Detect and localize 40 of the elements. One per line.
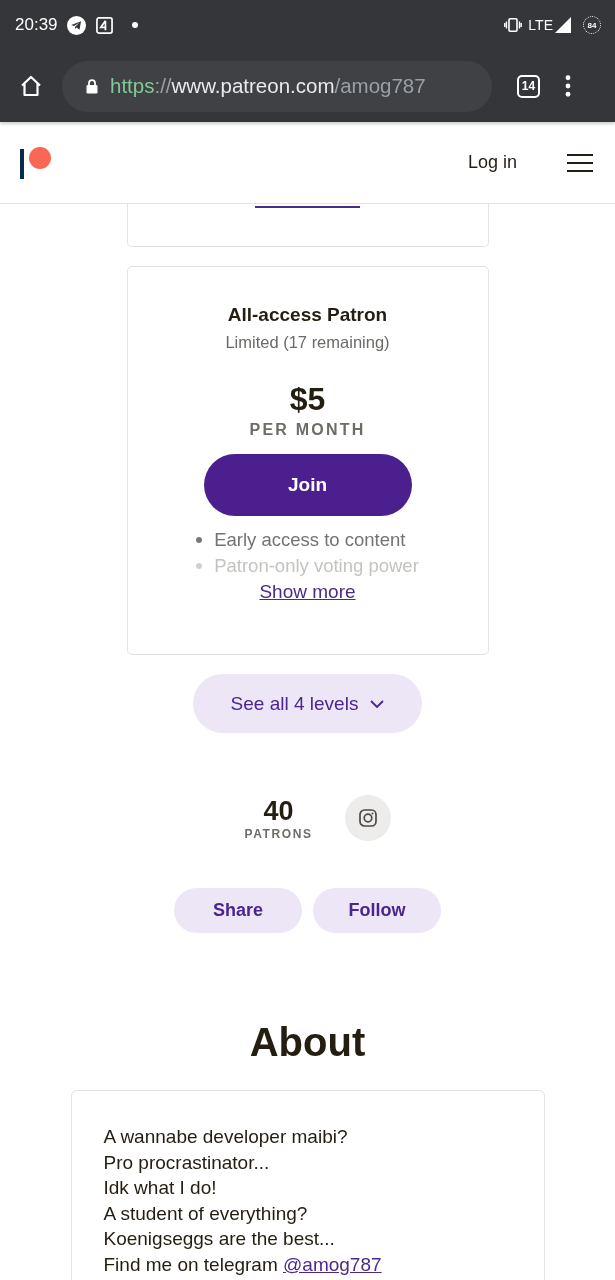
see-all-levels-button[interactable]: See all 4 levels (193, 674, 422, 733)
lock-icon (86, 78, 98, 94)
paper-plane-icon (66, 15, 86, 35)
address-bar[interactable]: https://www.patreon.com/amog787 (62, 60, 492, 112)
price-period: PER MONTH (249, 420, 366, 440)
telegram-link[interactable]: @amog787 (283, 1253, 382, 1275)
show-more-link[interactable]: Show more (259, 581, 356, 603)
patron-count: 40 (263, 795, 294, 826)
login-link[interactable]: Log in (467, 152, 517, 173)
about-text: Find me on telegram @amog787 (103, 1252, 383, 1277)
tier-title: All-access Patron (227, 303, 388, 327)
tab-switcher-button[interactable]: 14 (517, 74, 540, 98)
action-button[interactable]: Follow (313, 888, 441, 933)
about-text: A wannabe developer maibi? (103, 1125, 349, 1149)
about-text: Koenigseggs are the best... (103, 1227, 336, 1252)
about-text: Pro procrastinator... (103, 1150, 271, 1175)
benefit-text: Early access to content (214, 529, 406, 551)
dot-icon (131, 22, 138, 28)
section-heading: About (249, 1019, 366, 1066)
menu-icon[interactable] (567, 153, 593, 172)
notification-app-icon (95, 16, 113, 34)
benefit-text: Patron-only voting power (214, 555, 419, 577)
more-options-icon[interactable] (565, 75, 571, 97)
tier-price: $5 (289, 380, 326, 418)
network-type: LTE (528, 17, 553, 33)
logo-icon[interactable] (20, 146, 51, 179)
camera-icon (358, 809, 377, 827)
about-text: A student of everything? (103, 1201, 309, 1226)
social-link-button[interactable] (344, 795, 391, 841)
signal-icon (555, 17, 571, 33)
join-button[interactable]: Join (203, 454, 412, 516)
patron-count-label: PATRONS (244, 826, 313, 841)
action-button[interactable]: Share (174, 888, 302, 933)
vibrate-icon (504, 18, 523, 32)
url-text: https://www.patreon.com/amog787 (110, 74, 426, 98)
tier-availability: Limited (17 remaining) (225, 332, 390, 353)
clock-time: 20:39 (15, 15, 58, 35)
home-icon[interactable] (19, 74, 43, 98)
about-text: Idk what I do! (103, 1176, 218, 1201)
chevron-down-icon (370, 699, 385, 708)
